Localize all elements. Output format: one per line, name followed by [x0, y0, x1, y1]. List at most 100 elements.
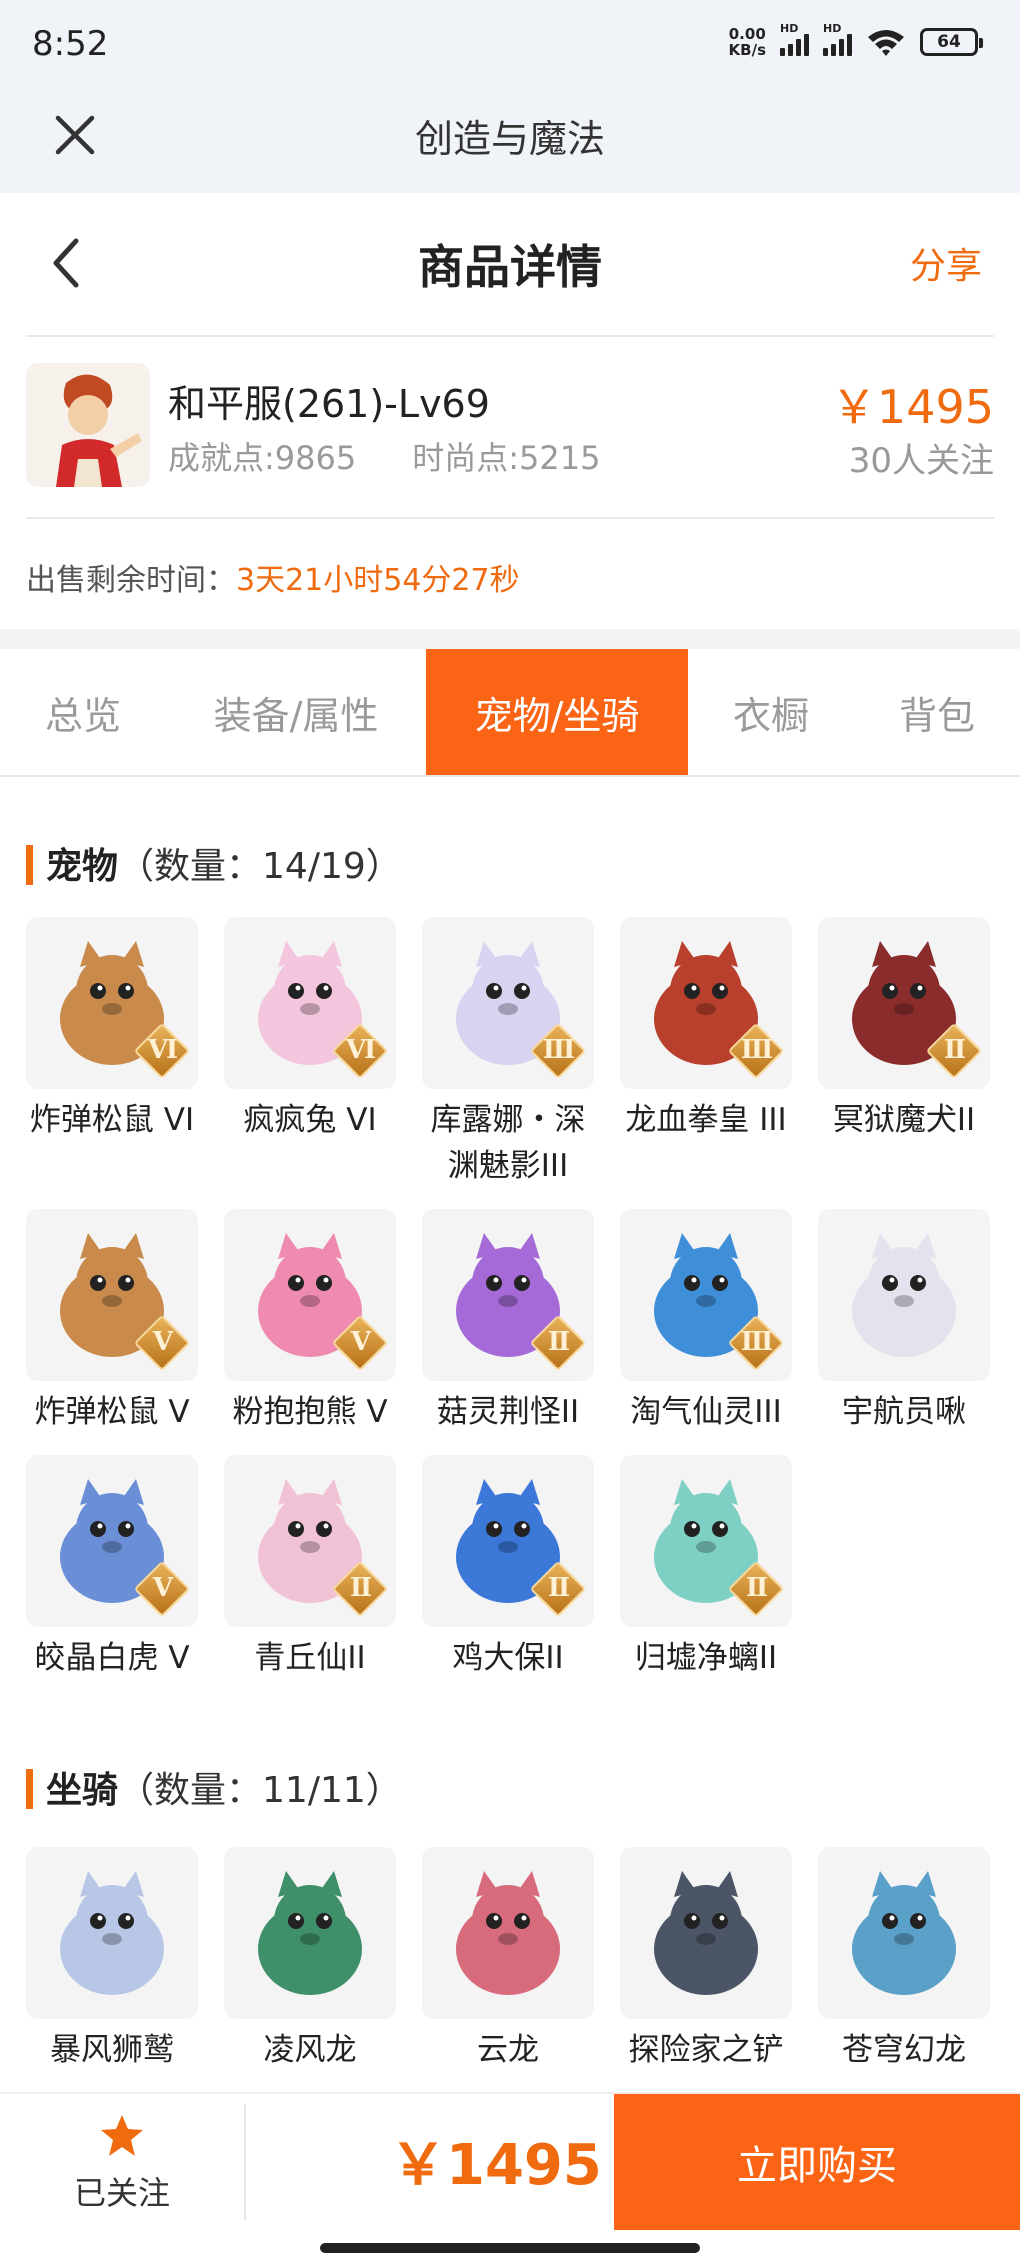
item-name: 青丘仙II: [254, 1640, 366, 1676]
grid-item[interactable]: III 淘气仙灵III: [620, 1209, 792, 1435]
shovel-icon: [620, 1847, 792, 2019]
status-icons: 0.00 KB/s HD HD 64: [728, 22, 983, 59]
item-name: 归墟净螭II: [634, 1640, 778, 1676]
share-button[interactable]: 分享: [910, 237, 982, 289]
tier-badge: III: [727, 1022, 785, 1080]
horned-beast-icon: III: [620, 917, 792, 1089]
tab-pets-mounts[interactable]: 宠物/坐骑: [426, 649, 688, 775]
item-name: 粉抱抱熊 V: [232, 1394, 388, 1430]
grid-item[interactable]: V 粉抱抱熊 V: [224, 1209, 396, 1435]
mounts-grid: 暴风狮鹫 凌风龙 云龙 探险家之铲 苍穹幻龙: [0, 1847, 1020, 2073]
buy-now-button[interactable]: 立即购买: [614, 2094, 1020, 2230]
mushroom-sprite-icon: II: [422, 1209, 594, 1381]
follow-button[interactable]: 已关注: [0, 2094, 244, 2230]
top-area: 8:52 0.00 KB/s HD HD 64 创造与魔法: [0, 0, 1020, 193]
item-name: 冥狱魔犬II: [832, 1102, 976, 1138]
blue-bird-icon: II: [422, 1455, 594, 1627]
tier-badge: III: [727, 1314, 785, 1372]
follower-count: 30人关注: [848, 441, 994, 481]
item-name: 云龙: [477, 2032, 539, 2068]
tier-badge: II: [529, 1560, 587, 1618]
blue-pup-icon: III: [620, 1209, 792, 1381]
fashion-points: 时尚点:5215: [412, 439, 601, 477]
item-name: 炸弹松鼠 V: [34, 1394, 190, 1430]
grid-item[interactable]: 暴风狮鹫: [26, 1847, 198, 2073]
grid-item[interactable]: V 皎晶白虎 V: [26, 1455, 198, 1681]
item-name: 皎晶白虎 V: [34, 1640, 190, 1676]
tab-equipment[interactable]: 装备/属性: [166, 649, 426, 775]
white-tiger-icon: V: [26, 1455, 198, 1627]
tab-wardrobe[interactable]: 衣橱: [688, 649, 854, 775]
grid-item[interactable]: 宇航员啾: [818, 1209, 990, 1435]
follow-label: 已关注: [73, 2174, 170, 2212]
countdown: 3天21小时54分27秒: [236, 563, 520, 598]
tier-badge: II: [529, 1314, 587, 1372]
sky-dragon-icon: [818, 1847, 990, 2019]
grid-item[interactable]: 探险家之铲: [620, 1847, 792, 2073]
bottom-bar: 已关注 ￥1495 立即购买: [0, 2092, 1020, 2230]
cloud-dragon-icon: [422, 1847, 594, 2019]
product-summary: 和平服(261)-Lv69 成就点:9865 时尚点:5215 ￥1495 30…: [0, 337, 1020, 517]
grid-item[interactable]: 凌风龙: [224, 1847, 396, 2073]
achievement-points: 成就点:9865: [168, 439, 357, 477]
grid-item[interactable]: 云龙: [422, 1847, 594, 2073]
item-name: 凌风龙: [263, 2032, 357, 2068]
item-name: 菇灵荆怪II: [436, 1394, 580, 1430]
grid-item[interactable]: II 鸡大保II: [422, 1455, 594, 1681]
status-bar: 8:52 0.00 KB/s HD HD 64: [0, 0, 1020, 90]
astronaut-icon: [818, 1209, 990, 1381]
grid-item[interactable]: VI 炸弹松鼠 VI: [26, 917, 198, 1189]
app-bar: 创造与魔法: [0, 90, 1020, 193]
grid-item[interactable]: II 冥狱魔犬II: [818, 917, 990, 1189]
grid-item[interactable]: V 炸弹松鼠 V: [26, 1209, 198, 1435]
item-name: 淘气仙灵III: [630, 1394, 782, 1430]
grid-item[interactable]: 苍穹幻龙: [818, 1847, 990, 2073]
hellhound-icon: II: [818, 917, 990, 1089]
spirit-girl-icon: III: [422, 917, 594, 1089]
tab-backpack[interactable]: 背包: [854, 649, 1020, 775]
status-time: 8:52: [32, 24, 109, 64]
remaining-time: 出售剩余时间：3天21小时54分27秒: [0, 519, 1020, 629]
item-name: 暴风狮鹫: [50, 2032, 174, 2068]
network-speed: 0.00 KB/s: [728, 25, 766, 59]
squirrel-icon: V: [26, 1209, 198, 1381]
item-name: 库露娜・深渊魅影III: [430, 1102, 586, 1184]
app-title: 创造与魔法: [414, 117, 605, 161]
grid-item[interactable]: VI 疯疯兔 VI: [224, 917, 396, 1189]
tier-badge: V: [133, 1560, 191, 1618]
battery-icon: 64: [920, 28, 983, 56]
tab-overview[interactable]: 总览: [0, 649, 166, 775]
remaining-time-label: 出售剩余时间：: [26, 563, 236, 598]
mounts-section-title: 坐骑（数量：11/11）: [0, 1701, 1020, 1821]
product-price: ￥1495: [830, 380, 994, 434]
grid-item[interactable]: II 菇灵荆怪II: [422, 1209, 594, 1435]
tier-badge: V: [133, 1314, 191, 1372]
griffin-icon: [26, 1847, 198, 2019]
tier-badge: VI: [133, 1022, 191, 1080]
page-header: 商品详情 分享: [0, 193, 1020, 335]
item-name: 宇航员啾: [842, 1394, 966, 1430]
grid-item[interactable]: III 龙血拳皇 III: [620, 917, 792, 1189]
grid-item[interactable]: III 库露娜・深渊魅影III: [422, 917, 594, 1189]
signal-icon: HD: [780, 22, 809, 56]
grid-item[interactable]: II 青丘仙II: [224, 1455, 396, 1681]
jade-dragon-icon: II: [620, 1455, 792, 1627]
rabbit-icon: VI: [224, 917, 396, 1089]
home-indicator[interactable]: [320, 2243, 700, 2253]
item-name: 鸡大保II: [452, 1640, 564, 1676]
bottom-price: ￥1495: [390, 2133, 602, 2198]
item-name: 炸弹松鼠 VI: [29, 1102, 195, 1138]
product-name: 和平服(261)-Lv69: [168, 382, 490, 426]
tier-badge: II: [727, 1560, 785, 1618]
divider: [244, 2104, 246, 2220]
item-name: 探险家之铲: [628, 2032, 784, 2068]
grid-item[interactable]: II 归墟净螭II: [620, 1455, 792, 1681]
page-title: 商品详情: [418, 240, 602, 294]
signal-icon: HD: [823, 22, 852, 56]
pets-section-title: 宠物（数量：14/19）: [0, 777, 1020, 897]
star-icon: [101, 2115, 143, 2156]
tier-badge: V: [331, 1314, 389, 1372]
section-gap: [0, 629, 1020, 649]
fox-fairy-icon: II: [224, 1455, 396, 1627]
character-avatar: [26, 363, 150, 487]
